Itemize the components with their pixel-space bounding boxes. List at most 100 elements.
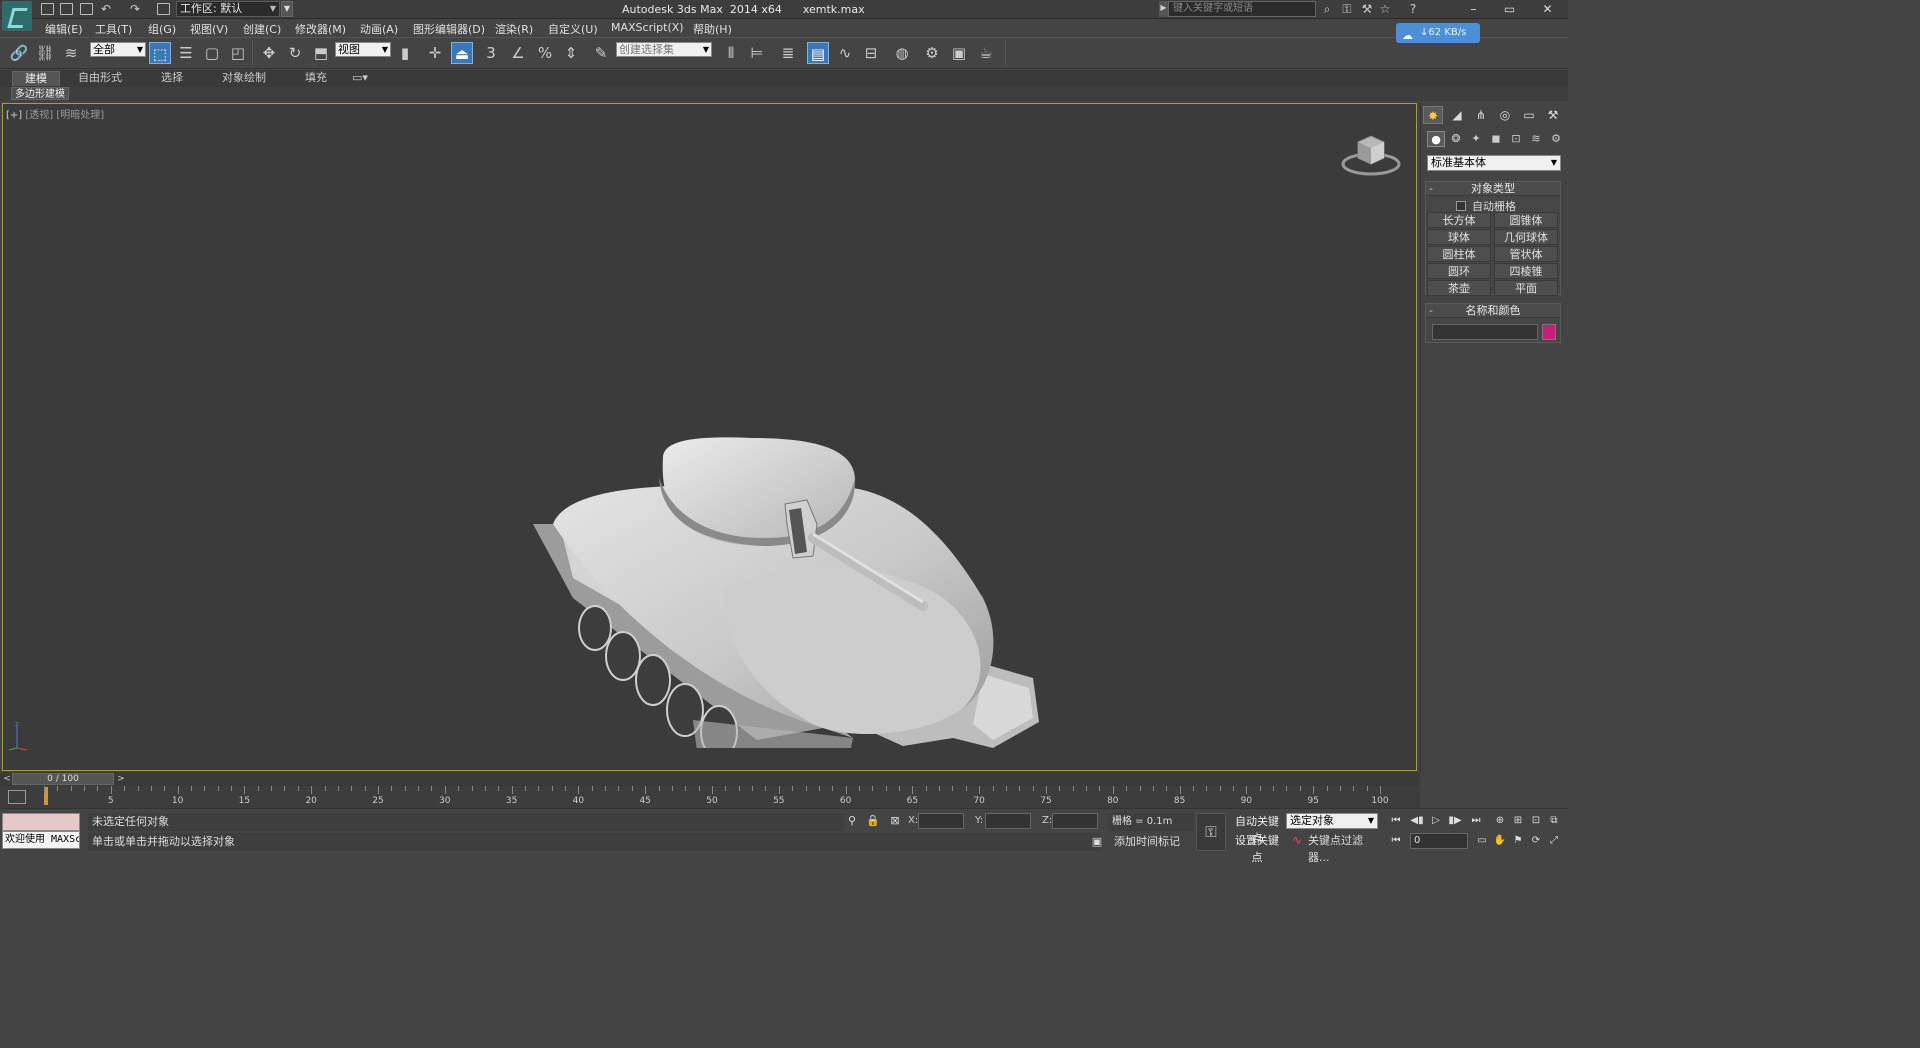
menu-group[interactable]: 组(G) bbox=[148, 21, 176, 37]
absolute-mode-icon[interactable]: ⊠ bbox=[888, 814, 902, 828]
reference-coordinate-dropdown[interactable]: 视图 ▼ bbox=[335, 42, 391, 57]
menu-rendering[interactable]: 渲染(R) bbox=[495, 21, 533, 37]
mini-curve-editor-icon[interactable] bbox=[8, 790, 26, 804]
pan-view-icon[interactable]: ✋ bbox=[1492, 833, 1508, 849]
communication-icon[interactable]: ⚒ bbox=[1360, 3, 1374, 16]
project-folder-icon[interactable] bbox=[157, 3, 170, 15]
sphere-button[interactable]: 球体 bbox=[1427, 229, 1491, 245]
select-and-link-icon[interactable]: 🔗 bbox=[8, 42, 30, 64]
polygon-modeling-label[interactable]: 多边形建模 bbox=[11, 87, 69, 100]
minimize-button[interactable]: – bbox=[1456, 0, 1491, 18]
keyboard-shortcut-override-icon[interactable]: ⏏ bbox=[451, 42, 473, 64]
torus-button[interactable]: 圆环 bbox=[1427, 263, 1491, 279]
tab-freeform[interactable]: 自由形式 bbox=[76, 71, 124, 86]
key-mode-icon[interactable]: ⏮ bbox=[1388, 833, 1404, 849]
binoculars-icon[interactable]: ⌕ bbox=[1320, 3, 1334, 16]
rectangular-selection-icon[interactable]: ▢ bbox=[201, 42, 223, 64]
box-button[interactable]: 长方体 bbox=[1427, 212, 1491, 228]
workspace-menu-button[interactable]: ▼ bbox=[281, 1, 293, 17]
curve-editor-icon[interactable]: ∿ bbox=[834, 42, 856, 64]
menu-graph-editors[interactable]: 图形编辑器(D) bbox=[413, 21, 485, 37]
perspective-viewport[interactable]: [+] [透视] [明暗处理] z bbox=[2, 103, 1417, 771]
helpers-category-icon[interactable]: ⊡ bbox=[1507, 131, 1525, 147]
object-type-rollout-header[interactable]: - 对象类型 bbox=[1426, 182, 1560, 196]
geometry-category-icon[interactable]: ● bbox=[1427, 131, 1445, 147]
workspace-dropdown[interactable]: 工作区: 默认 ▼ bbox=[176, 1, 280, 17]
previous-frame-icon[interactable]: < bbox=[2, 773, 12, 785]
menu-edit[interactable]: 编辑(E) bbox=[45, 21, 83, 37]
lights-category-icon[interactable]: ✦ bbox=[1467, 131, 1485, 147]
maximize-viewport-icon[interactable]: ⤢ bbox=[1546, 833, 1562, 849]
schematic-view-icon[interactable]: ⊟ bbox=[860, 42, 882, 64]
snaps-toggle-icon[interactable]: 3 bbox=[480, 42, 502, 64]
cylinder-button[interactable]: 圆柱体 bbox=[1427, 246, 1491, 262]
selection-filter-dropdown[interactable]: 全部 ▼ bbox=[90, 42, 146, 57]
subscription-icon[interactable]: ⚿ bbox=[1340, 3, 1354, 16]
add-time-tag-button[interactable]: 添加时间标记 bbox=[1108, 833, 1194, 851]
menu-customize[interactable]: 自定义(U) bbox=[548, 21, 598, 37]
object-category-dropdown[interactable]: 标准基本体 ▼ bbox=[1427, 155, 1561, 171]
tab-modeling[interactable]: 建模 bbox=[12, 71, 60, 86]
set-key-icon[interactable]: ⚿ bbox=[1196, 813, 1226, 851]
play-icon[interactable]: ▷ bbox=[1428, 813, 1444, 829]
ribbon-options-icon[interactable]: ▭▾ bbox=[348, 71, 372, 86]
modify-panel-tab-icon[interactable]: ◢ bbox=[1447, 106, 1467, 124]
orbit-icon[interactable]: ⟳ bbox=[1528, 833, 1544, 849]
redo-icon[interactable]: ↷ bbox=[128, 3, 142, 16]
bind-to-space-warp-icon[interactable]: ≋ bbox=[60, 42, 82, 64]
menu-views[interactable]: 视图(V) bbox=[190, 21, 228, 37]
percent-snap-icon[interactable]: % bbox=[534, 42, 556, 64]
field-of-view-icon[interactable]: ▭ bbox=[1474, 833, 1490, 849]
viewport-shading-label[interactable]: [明暗处理] bbox=[56, 110, 104, 121]
menu-maxscript[interactable]: MAXScript(X) bbox=[611, 21, 684, 34]
viewport-pov-label[interactable]: [透视] bbox=[25, 110, 53, 121]
select-and-move-icon[interactable]: ✥ bbox=[258, 42, 280, 64]
display-panel-tab-icon[interactable]: ▭ bbox=[1519, 106, 1539, 124]
teapot-button[interactable]: 茶壶 bbox=[1427, 280, 1491, 296]
tab-populate[interactable]: 填充 bbox=[300, 71, 332, 86]
cone-button[interactable]: 圆锥体 bbox=[1494, 212, 1558, 228]
hierarchy-panel-tab-icon[interactable]: ⋔ bbox=[1471, 106, 1491, 124]
search-input[interactable]: 键入关键字或短语 bbox=[1168, 1, 1316, 17]
unlink-selection-icon[interactable]: ⛓ bbox=[34, 42, 56, 64]
frame-ruler[interactable]: 5 10 15 20 25 30 35 40 45 50 55 60 65 70 75 80 85 90 95 100 bbox=[44, 786, 1389, 808]
pivot-center-icon[interactable]: ▮ bbox=[394, 42, 416, 64]
menu-tools[interactable]: 工具(T) bbox=[95, 21, 132, 37]
search-expand-icon[interactable]: ▶ bbox=[1159, 1, 1168, 17]
menu-help[interactable]: 帮助(H) bbox=[693, 21, 732, 37]
z-coord-field[interactable] bbox=[1052, 813, 1098, 829]
menu-create[interactable]: 创建(C) bbox=[243, 21, 281, 37]
help-icon[interactable]: ? bbox=[1406, 3, 1420, 16]
select-by-name-icon[interactable]: ☰ bbox=[175, 42, 197, 64]
tab-object-paint[interactable]: 对象绘制 bbox=[220, 71, 268, 86]
object-color-swatch[interactable] bbox=[1542, 324, 1556, 340]
y-coord-field[interactable] bbox=[985, 813, 1031, 829]
space-warps-category-icon[interactable]: ≋ bbox=[1527, 131, 1545, 147]
scene-explorer-icon[interactable]: ▤ bbox=[807, 42, 829, 64]
current-frame-field[interactable]: 0 bbox=[1410, 833, 1468, 849]
next-frame-icon[interactable]: > bbox=[116, 773, 126, 785]
tab-selection[interactable]: 选择 bbox=[152, 71, 192, 86]
track-bar[interactable]: 5 10 15 20 25 30 35 40 45 50 55 60 65 70 75 80 85 90 95 100 bbox=[0, 786, 1420, 808]
tube-button[interactable]: 管状体 bbox=[1494, 246, 1558, 262]
plane-button[interactable]: 平面 bbox=[1494, 280, 1558, 296]
open-file-icon[interactable] bbox=[60, 3, 73, 15]
motion-panel-tab-icon[interactable]: ◎ bbox=[1495, 106, 1515, 124]
named-selection-dropdown[interactable]: 创建选择集 ▼ bbox=[616, 42, 712, 57]
save-file-icon[interactable] bbox=[80, 3, 93, 15]
layer-manager-icon[interactable]: ≣ bbox=[777, 42, 799, 64]
rendered-frame-window-icon[interactable]: ▣ bbox=[948, 42, 970, 64]
walk-through-icon[interactable]: ⚑ bbox=[1510, 833, 1526, 849]
object-name-field[interactable] bbox=[1432, 324, 1538, 340]
maximize-button[interactable]: ▭ bbox=[1492, 0, 1527, 18]
next-key-icon[interactable]: ▮▶ bbox=[1447, 813, 1463, 829]
name-and-color-rollout-header[interactable]: - 名称和颜色 bbox=[1426, 304, 1560, 318]
go-to-end-icon[interactable]: ⏭ bbox=[1468, 813, 1484, 829]
angle-snap-icon[interactable]: ∠ bbox=[507, 42, 529, 64]
geosphere-button[interactable]: 几何球体 bbox=[1494, 229, 1558, 245]
isolate-selection-icon[interactable]: ⚲ bbox=[845, 814, 859, 828]
maxscript-welcome-field[interactable]: 欢迎使用 MAXScri bbox=[2, 831, 80, 849]
favorites-star-icon[interactable]: ☆ bbox=[1378, 3, 1392, 16]
menu-animation[interactable]: 动画(A) bbox=[360, 21, 398, 37]
material-editor-icon[interactable]: ◍ bbox=[891, 42, 913, 64]
